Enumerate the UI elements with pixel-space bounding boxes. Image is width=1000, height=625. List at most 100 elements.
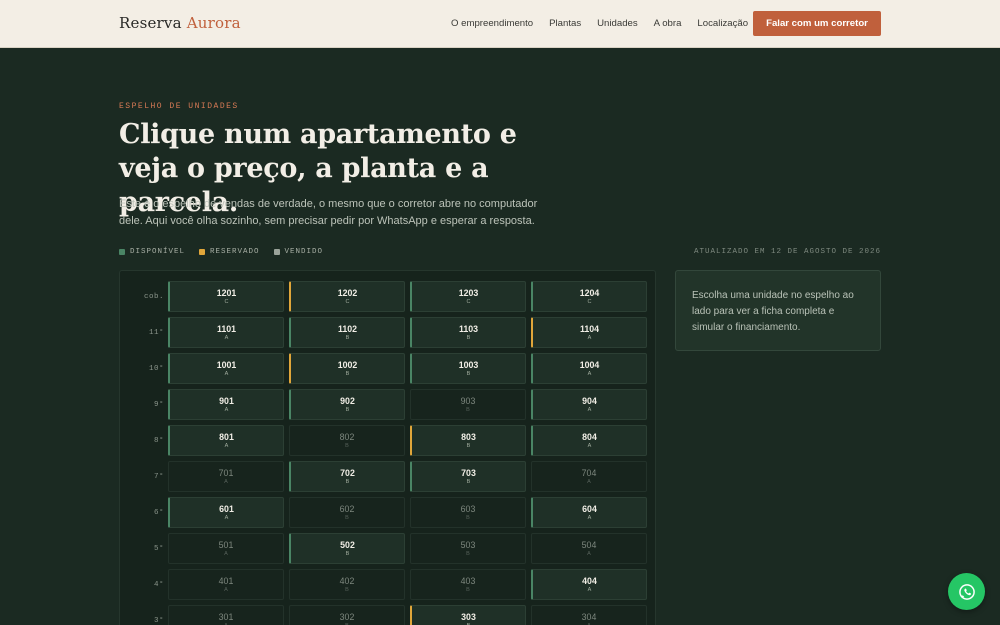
unit-type: A	[224, 443, 229, 449]
unit-904[interactable]: 904 A	[531, 389, 647, 420]
unit-902[interactable]: 902 B	[289, 389, 405, 420]
whatsapp-icon	[958, 583, 975, 600]
unit-803[interactable]: 803 B	[410, 425, 526, 456]
legend-reserved: RESERVADO	[199, 248, 260, 256]
unit-number: 1202	[337, 288, 358, 298]
legend-reserved-label: RESERVADO	[210, 248, 260, 256]
unit-type: C	[224, 299, 229, 305]
unit-304[interactable]: 304A	[531, 605, 647, 625]
nav-link-localizacao[interactable]: Localização	[697, 18, 748, 29]
unit-601[interactable]: 601 A	[168, 497, 284, 528]
unit-401[interactable]: 401 A	[168, 569, 284, 600]
unit-number: 1001	[216, 360, 237, 370]
floor-label: 11°	[148, 329, 164, 337]
unit-number: 402	[339, 576, 355, 586]
unit-number: 303	[461, 612, 476, 622]
unit-504[interactable]: 504 A	[531, 533, 647, 564]
unit-604[interactable]: 604 A	[531, 497, 647, 528]
unit-type: A	[224, 335, 229, 341]
logo-main-text: Reserva	[119, 14, 182, 32]
unit-901[interactable]: 901 A	[168, 389, 284, 420]
unit-403[interactable]: 403 B	[410, 569, 526, 600]
status-legend: DISPONÍVEL RESERVADO VENDIDO	[119, 248, 323, 256]
unit-type: C	[587, 299, 592, 305]
available-swatch	[119, 249, 125, 255]
unit-type: B	[466, 407, 470, 413]
legend-available: DISPONÍVEL	[119, 248, 185, 256]
unit-802[interactable]: 802 B	[289, 425, 405, 456]
unit-number: 1003	[458, 360, 479, 370]
unit-type: A	[587, 551, 591, 557]
unit-type: B	[345, 443, 349, 449]
unit-number: 701	[218, 468, 234, 478]
unit-number: 403	[460, 576, 476, 586]
nav-link-obra[interactable]: A obra	[654, 18, 682, 29]
unit-type: A	[587, 479, 591, 485]
unit-type: B	[466, 515, 470, 521]
contact-broker-button[interactable]: Falar com um corretor	[753, 11, 881, 36]
unit-type: B	[466, 587, 470, 593]
unit-1201[interactable]: 1201 C	[168, 281, 284, 312]
unit-1204[interactable]: 1204 C	[531, 281, 647, 312]
unit-1102[interactable]: 1102 B	[289, 317, 405, 348]
units-grid: cob. 1201 C 1202 C 1203 C 1204 C 11° 1101 A 1102 B 110…	[119, 270, 656, 625]
unit-404[interactable]: 404 A	[531, 569, 647, 600]
unit-type: A	[587, 443, 592, 449]
unit-1104[interactable]: 1104 A	[531, 317, 647, 348]
unit-type: A	[224, 551, 228, 557]
unit-301[interactable]: 301A	[168, 605, 284, 625]
unit-1002[interactable]: 1002 B	[289, 353, 405, 384]
unit-1202[interactable]: 1202 C	[289, 281, 405, 312]
unit-1001[interactable]: 1001 A	[168, 353, 284, 384]
unit-number: 302	[339, 612, 355, 622]
unit-number: 704	[581, 468, 597, 478]
unit-type: B	[345, 515, 349, 521]
unit-701[interactable]: 701 A	[168, 461, 284, 492]
unit-302[interactable]: 302B	[289, 605, 405, 625]
unit-number: 604	[582, 504, 597, 514]
unit-number: 1002	[337, 360, 358, 370]
whatsapp-button[interactable]	[948, 573, 985, 610]
section-eyebrow: ESPELHO DE UNIDADES	[119, 102, 239, 111]
unit-type: A	[587, 335, 592, 341]
unit-501[interactable]: 501 A	[168, 533, 284, 564]
unit-603[interactable]: 603 B	[410, 497, 526, 528]
unit-502[interactable]: 502 B	[289, 533, 405, 564]
unit-703[interactable]: 703 B	[410, 461, 526, 492]
unit-1004[interactable]: 1004 A	[531, 353, 647, 384]
unit-804[interactable]: 804 A	[531, 425, 647, 456]
unit-number: 504	[581, 540, 597, 550]
logo-accent-text: Aurora	[186, 14, 241, 32]
brand-logo[interactable]: Reserva Aurora	[119, 14, 241, 32]
unit-602[interactable]: 602 B	[289, 497, 405, 528]
legend-available-label: DISPONÍVEL	[130, 248, 186, 256]
unit-number: 1201	[216, 288, 237, 298]
unit-702[interactable]: 702 B	[289, 461, 405, 492]
unit-303[interactable]: 303B	[410, 605, 526, 625]
unit-number: 602	[339, 504, 355, 514]
unit-type: A	[587, 407, 592, 413]
unit-type: A	[587, 371, 592, 377]
unit-number: 1204	[579, 288, 600, 298]
unit-503[interactable]: 503 B	[410, 533, 526, 564]
floor-label: cob.	[143, 293, 164, 301]
unit-801[interactable]: 801 A	[168, 425, 284, 456]
unit-903[interactable]: 903 B	[410, 389, 526, 420]
unit-1103[interactable]: 1103 B	[410, 317, 526, 348]
unit-1203[interactable]: 1203 C	[410, 281, 526, 312]
unit-402[interactable]: 402 B	[289, 569, 405, 600]
nav-link-plantas[interactable]: Plantas	[549, 18, 581, 29]
unit-type: B	[345, 479, 350, 485]
unit-1003[interactable]: 1003 B	[410, 353, 526, 384]
unit-number: 1102	[337, 324, 358, 334]
nav-link-empreendimento[interactable]: O empreendimento	[451, 18, 533, 29]
unit-type: B	[466, 371, 471, 377]
unit-number: 1104	[579, 324, 600, 334]
nav-link-unidades[interactable]: Unidades	[597, 18, 638, 29]
unit-number: 1004	[579, 360, 600, 370]
last-updated: ATUALIZADO EM 12 DE AGOSTO DE 2026	[693, 248, 881, 256]
main-nav: O empreendimento Plantas Unidades A obra…	[451, 18, 764, 29]
unit-1101[interactable]: 1101 A	[168, 317, 284, 348]
unit-type: C	[345, 299, 350, 305]
unit-704[interactable]: 704 A	[531, 461, 647, 492]
